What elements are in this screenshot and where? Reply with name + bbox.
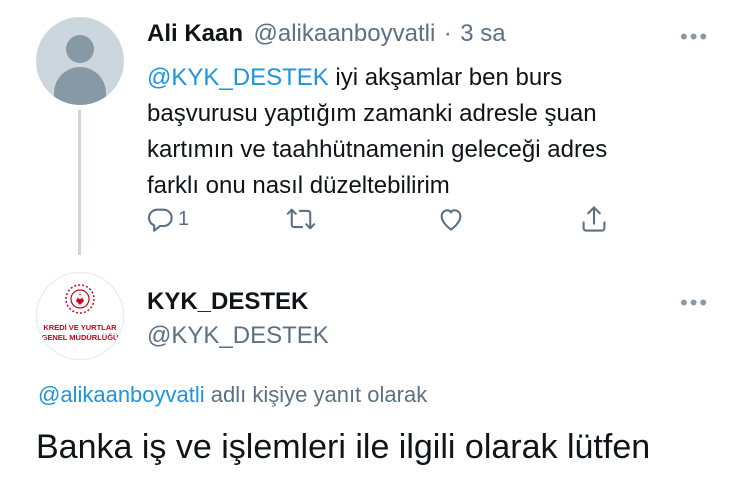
kyk-tweet-text: Banka iş ve işlemleri ile ilgili olarak …	[36, 428, 651, 466]
retweet-button[interactable]	[286, 205, 316, 233]
kyk-logo-icon	[65, 284, 95, 314]
separator-dot: ·	[443, 20, 452, 47]
more-options-icon-2[interactable]: •••	[680, 290, 709, 316]
reply-context: @alikaanboyvatli adlı kişiye yanıt olara…	[38, 382, 427, 408]
tweet1-header: Ali Kaan @alikaanboyvatli · 3 sa	[147, 20, 506, 48]
reply-button[interactable]: 1	[146, 205, 189, 233]
tweet1-line3: kartımın ve taahhütnamenin geleceği adre…	[147, 136, 608, 163]
reply-count: 1	[178, 207, 190, 230]
avatar-kyk-destek[interactable]: KREDİ VE YURTLAR GENEL MÜDÜRLÜĞÜ	[36, 272, 124, 360]
kyk-logo-line2: GENEL MÜDÜRLÜĞÜ	[41, 333, 119, 342]
kyk-logo-text: KREDİ VE YURTLAR GENEL MÜDÜRLÜĞÜ	[37, 323, 123, 343]
avatar-ali-kaan[interactable]	[36, 17, 124, 105]
default-avatar-body	[54, 67, 106, 105]
tweet-time[interactable]: 3 sa	[460, 20, 505, 47]
reply-to-text: adlı kişiye yanıt olarak	[204, 382, 428, 407]
like-button[interactable]	[437, 205, 465, 233]
reply-icon	[146, 205, 174, 233]
tweet1-line1: @KYK_DESTEK iyi akşamlar ben burs	[147, 60, 707, 96]
share-icon	[580, 204, 608, 234]
tweet1-line4: farklı onu nasıl düzeltebilirim	[147, 172, 450, 199]
more-options-icon[interactable]: •••	[680, 24, 709, 50]
retweet-icon	[286, 205, 316, 233]
tweet1-line2: başvurusu yaptığım zamanki adresle şuan	[147, 100, 597, 127]
reply-to-mention[interactable]: @alikaanboyvatli	[38, 382, 205, 407]
tweet1-line1-rest: iyi akşamlar ben burs	[328, 64, 563, 91]
kyk-author-name[interactable]: KYK_DESTEK	[147, 288, 308, 316]
author-name[interactable]: Ali Kaan	[147, 20, 243, 47]
default-avatar-head	[66, 35, 94, 63]
mention-link[interactable]: @KYK_DESTEK	[147, 64, 329, 91]
kyk-logo-line1: KREDİ VE YURTLAR	[43, 323, 117, 332]
tweet1-text: @KYK_DESTEK iyi akşamlar ben burs başvur…	[147, 60, 707, 204]
share-button[interactable]	[580, 204, 608, 234]
author-handle[interactable]: @alikaanboyvatli	[253, 20, 435, 47]
kyk-author-handle[interactable]: @KYK_DESTEK	[147, 322, 329, 350]
like-icon	[437, 205, 465, 233]
thread-line	[78, 110, 81, 255]
